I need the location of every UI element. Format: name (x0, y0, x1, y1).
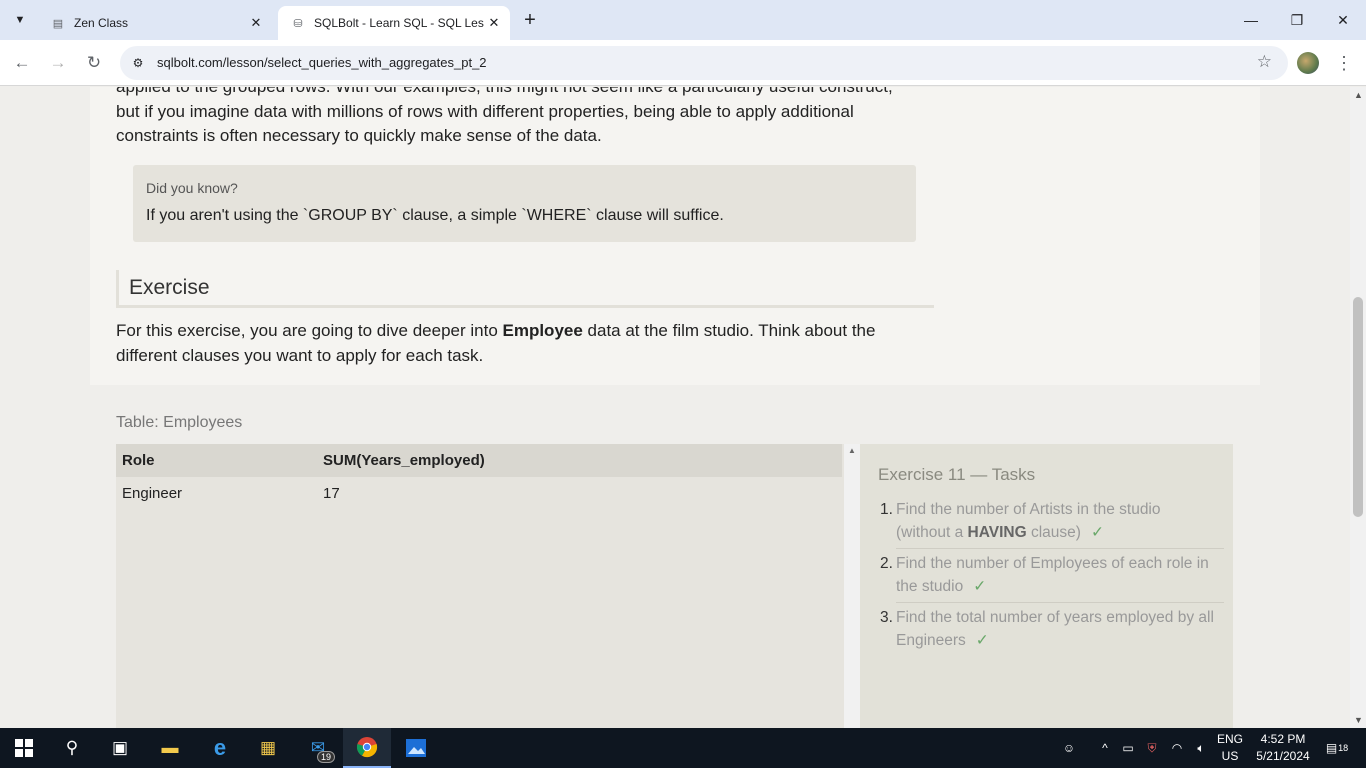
task-view-icon[interactable]: ▣ (96, 728, 144, 768)
intro-paragraph: applied to the grouped rows. With our ex… (116, 87, 916, 149)
scrollbar-thumb[interactable] (1353, 297, 1363, 517)
chevron-up-icon[interactable]: ^ (1096, 728, 1114, 768)
reload-button[interactable]: ↻ (80, 49, 108, 77)
photos-icon[interactable] (392, 728, 440, 768)
did-you-know-box: Did you know? If you aren't using the `G… (133, 165, 916, 242)
back-button[interactable]: ← (8, 49, 36, 77)
tasks-panel: Exercise 11 — Tasks 1. Find the number o… (860, 444, 1233, 728)
close-icon[interactable]: ✕ (484, 13, 504, 33)
tab-sqlbolt[interactable]: ⛁ SQLBolt - Learn SQL - SQL Less ✕ (278, 6, 510, 40)
task-bold-term: HAVING (967, 524, 1027, 541)
mail-badge: 19 (316, 751, 335, 763)
wifi-icon[interactable]: ◠ (1166, 728, 1188, 768)
results-table: Role SUM(Years_employed) Engineer 17 (116, 444, 844, 728)
task-divider (896, 602, 1224, 603)
address-bar[interactable]: ⚙ sqlbolt.com/lesson/select_queries_with… (120, 46, 1288, 80)
page-scrollbar[interactable]: ▲ ▼ (1350, 87, 1366, 728)
exercise-text: For this exercise, you are going to dive… (116, 321, 503, 340)
intro-line: applied to the grouped rows. With our ex… (116, 87, 916, 100)
task-text: Engineers (896, 632, 966, 649)
volume-icon[interactable]: 🔈︎ (1190, 728, 1212, 768)
task-number: 3. (880, 609, 893, 626)
keyboard-region: US (1221, 749, 1239, 763)
exercise-bold-term: Employee (502, 321, 583, 340)
task-number: 1. (880, 501, 893, 518)
task-text: (without a (896, 524, 968, 541)
exercise-text: data at the film studio. Think about the (582, 321, 876, 340)
notification-count: 18 (1338, 743, 1349, 753)
table-cell: Engineer (122, 485, 183, 502)
exercise-heading-text: Exercise (129, 276, 210, 299)
column-header: SUM(Years_employed) (323, 452, 485, 469)
chrome-icon[interactable] (343, 728, 391, 768)
column-header: Role (122, 452, 155, 469)
clock-date: 5/21/2024 (1256, 749, 1310, 763)
battery-icon[interactable]: ▭ (1118, 728, 1138, 768)
table-label: Table: Employees (116, 414, 243, 431)
edge-browser-icon[interactable]: e (196, 728, 244, 768)
task-text: clause) (1026, 524, 1081, 541)
tab-strip: ▼ ▤ Zen Class ✕ ⛁ SQLBolt - Learn SQL - … (0, 0, 1366, 40)
task-number: 2. (880, 555, 893, 572)
notification-center-icon[interactable]: ▤ 18 (1322, 728, 1352, 768)
page-viewport: applied to the grouped rows. With our ex… (0, 87, 1350, 728)
checkmark-icon: ✓ (975, 632, 989, 649)
taskbar: ⚲ ▣ ▬ e ▦ ✉ 19 ☺ ^ ▭ ⛨ ◠ 🔈︎ ENG US 4:52 P… (0, 728, 1366, 768)
task-text: the studio (896, 578, 964, 595)
checkmark-icon: ✓ (1090, 524, 1104, 541)
intro-line: constraints is often necessary to quickl… (116, 126, 602, 145)
results-scrollbar[interactable]: ▲ (844, 444, 860, 728)
tab-zen-class[interactable]: ▤ Zen Class ✕ (40, 6, 272, 40)
exercise-text: different clauses you want to apply for … (116, 345, 484, 365)
url-text[interactable]: sqlbolt.com/lesson/select_queries_with_a… (157, 55, 487, 70)
task-divider (896, 548, 1224, 549)
language-code: ENG (1216, 732, 1243, 746)
lesson-content: applied to the grouped rows. With our ex… (90, 87, 1260, 385)
profile-avatar[interactable] (1297, 52, 1319, 74)
scroll-up-icon[interactable]: ▲ (1354, 90, 1363, 100)
clock[interactable]: 4:52 PM 5/21/2024 (1250, 731, 1316, 765)
bookmark-star-icon[interactable]: ☆ (1257, 52, 1272, 72)
did-you-know-title: Did you know? (146, 180, 238, 196)
people-icon[interactable]: ☺ (1058, 728, 1080, 768)
language-indicator[interactable]: ENG US (1213, 731, 1247, 765)
chevron-down-icon: ▼ (14, 14, 26, 26)
scroll-up-icon[interactable]: ▲ (848, 446, 856, 455)
tab-search-button[interactable]: ▼ (8, 8, 32, 32)
start-windows-icon[interactable] (0, 728, 48, 768)
minimize-button[interactable]: — (1228, 0, 1274, 40)
new-tab-button[interactable]: + (518, 8, 542, 32)
tasks-title: Exercise 11 — Tasks (878, 465, 1036, 484)
tab-title: SQLBolt - Learn SQL - SQL Less (314, 16, 484, 30)
checkmark-icon: ✓ (973, 578, 987, 595)
tab-title: Zen Class (74, 16, 129, 30)
close-window-button[interactable]: ✕ (1320, 0, 1366, 40)
clock-time: 4:52 PM (1260, 732, 1306, 746)
browser-toolbar: ← → ↻ ⚙ sqlbolt.com/lesson/select_querie… (0, 40, 1366, 86)
results-header-row: Role SUM(Years_employed) (116, 444, 842, 477)
exercise-paragraph: For this exercise, you are going to dive… (116, 319, 916, 368)
search-icon[interactable]: ⚲ (48, 728, 96, 768)
table-cell: 17 (323, 485, 340, 502)
sqlbolt-favicon: ⛁ (293, 17, 303, 30)
file-explorer-icon[interactable]: ▬ (146, 728, 194, 768)
intro-line: but if you imagine data with millions of… (116, 101, 854, 121)
security-icon[interactable]: ⛨ (1142, 728, 1162, 768)
task-text: Find the total number of years employed … (896, 609, 1214, 626)
site-info-icon[interactable]: ⚙ (128, 53, 148, 73)
task-text: Find the number of Artists in the studio (896, 501, 1161, 518)
zen-class-favicon: ▤ (52, 17, 64, 30)
browser-menu-icon[interactable]: ⋮ (1334, 50, 1354, 76)
close-icon[interactable]: ✕ (246, 13, 266, 33)
task-text: Find the number of Employees of each rol… (896, 555, 1209, 572)
scroll-down-icon[interactable]: ▼ (1354, 715, 1363, 725)
did-you-know-text: If you aren't using the `GROUP BY` claus… (146, 207, 724, 224)
exercise-heading: Exercise (116, 270, 934, 308)
forward-button[interactable]: → (44, 49, 72, 77)
store-icon[interactable]: ▦ (244, 728, 292, 768)
mail-icon[interactable]: ✉ 19 (294, 728, 342, 768)
restore-button[interactable]: ❐ (1274, 0, 1320, 40)
